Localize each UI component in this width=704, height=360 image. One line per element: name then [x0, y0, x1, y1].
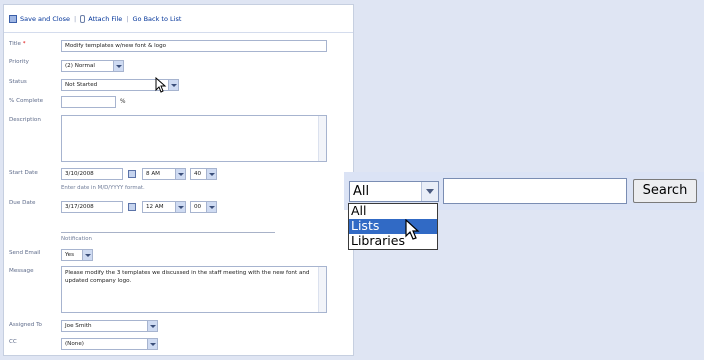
- description-textarea[interactable]: [61, 115, 327, 162]
- scope-option-all[interactable]: All: [349, 204, 437, 219]
- due-date-input[interactable]: 3/17/2008: [61, 201, 123, 213]
- chevron-down-icon[interactable]: [175, 202, 185, 212]
- due-hour-select[interactable]: 12 AM: [142, 201, 186, 213]
- due-minute-select[interactable]: 00: [190, 201, 217, 213]
- mouse-pointer-icon: [155, 77, 167, 93]
- due-date-label: Due Date: [9, 200, 36, 206]
- go-back-label: Go Back to List: [132, 14, 182, 23]
- priority-label: Priority: [9, 59, 29, 65]
- go-back-link[interactable]: Go Back to List: [133, 15, 182, 23]
- search-scope-options: All Lists Libraries: [348, 203, 438, 250]
- status-label: Status: [9, 79, 27, 85]
- paperclip-icon: [80, 14, 86, 23]
- status-value: Not Started: [65, 82, 98, 88]
- title-input[interactable]: Modify templates w/new font & logo: [61, 40, 327, 52]
- save-close-label: Save and Close: [20, 14, 71, 23]
- due-minute-value: 00: [194, 204, 202, 210]
- send-email-value: Yes: [65, 252, 75, 258]
- notification-heading: Notification: [61, 236, 92, 242]
- title-label-text: Title: [9, 41, 21, 47]
- priority-value: (2) Normal: [65, 63, 95, 69]
- start-minute-value: 40: [194, 171, 202, 177]
- assigned-to-value: Joe Smith: [65, 323, 92, 329]
- chevron-down-icon[interactable]: [421, 182, 438, 201]
- chevron-down-icon[interactable]: [206, 169, 216, 179]
- description-label: Description: [9, 117, 41, 123]
- priority-select[interactable]: (2) Normal: [61, 60, 124, 72]
- attach-file-button[interactable]: Attach File: [80, 14, 123, 23]
- required-mark: *: [22, 41, 26, 47]
- start-hour-value: 8 AM: [146, 171, 160, 177]
- cc-select[interactable]: (None): [61, 338, 158, 350]
- search-button[interactable]: Search: [633, 179, 697, 203]
- start-hour-select[interactable]: 8 AM: [142, 168, 186, 180]
- calendar-icon[interactable]: [128, 170, 136, 178]
- title-label: Title *: [9, 41, 26, 47]
- percent-complete-label: % Complete: [9, 98, 44, 104]
- start-date-label: Start Date: [9, 170, 38, 176]
- save-close-button[interactable]: Save and Close: [9, 14, 71, 23]
- scope-option-libraries[interactable]: Libraries: [349, 234, 437, 249]
- assigned-to-select[interactable]: Joe Smith: [61, 320, 158, 332]
- toolbar-separator: |: [74, 14, 77, 23]
- percent-sign: %: [120, 99, 126, 105]
- notification-divider: [61, 232, 275, 233]
- start-date-input[interactable]: 3/10/2008: [61, 168, 123, 180]
- message-scrollbar[interactable]: [318, 267, 326, 312]
- save-icon: [9, 14, 17, 23]
- attach-file-label: Attach File: [88, 14, 123, 23]
- chevron-down-icon[interactable]: [147, 321, 157, 331]
- chevron-down-icon[interactable]: [147, 339, 157, 349]
- message-value: Please modify the 3 templates we discuss…: [65, 270, 310, 284]
- calendar-icon[interactable]: [128, 203, 136, 211]
- chevron-down-icon[interactable]: [113, 61, 123, 71]
- search-scope-select[interactable]: All: [349, 181, 439, 202]
- form-toolbar: Save and Close | Attach File | Go Back t…: [4, 5, 353, 33]
- mouse-pointer-icon: [405, 219, 420, 240]
- chevron-down-icon[interactable]: [175, 169, 185, 179]
- search-input[interactable]: [443, 178, 627, 204]
- send-email-label: Send Email: [9, 250, 41, 256]
- chevron-down-icon[interactable]: [82, 250, 92, 260]
- cc-label: CC: [9, 339, 17, 345]
- percent-complete-input[interactable]: [61, 96, 116, 108]
- start-minute-select[interactable]: 40: [190, 168, 217, 180]
- message-textarea[interactable]: Please modify the 3 templates we discuss…: [61, 266, 327, 313]
- due-hour-value: 12 AM: [146, 204, 164, 210]
- date-format-hint: Enter date in M/D/YYYY format.: [61, 185, 145, 191]
- assigned-to-label: Assigned To: [9, 322, 42, 328]
- cc-value: (None): [65, 341, 84, 347]
- description-scrollbar[interactable]: [318, 116, 326, 161]
- chevron-down-icon[interactable]: [206, 202, 216, 212]
- chevron-down-icon[interactable]: [168, 80, 178, 90]
- scope-option-lists[interactable]: Lists: [349, 219, 437, 234]
- search-scope-value: All: [353, 184, 370, 199]
- send-email-select[interactable]: Yes: [61, 249, 93, 261]
- toolbar-separator: |: [126, 14, 129, 23]
- message-label: Message: [9, 268, 34, 274]
